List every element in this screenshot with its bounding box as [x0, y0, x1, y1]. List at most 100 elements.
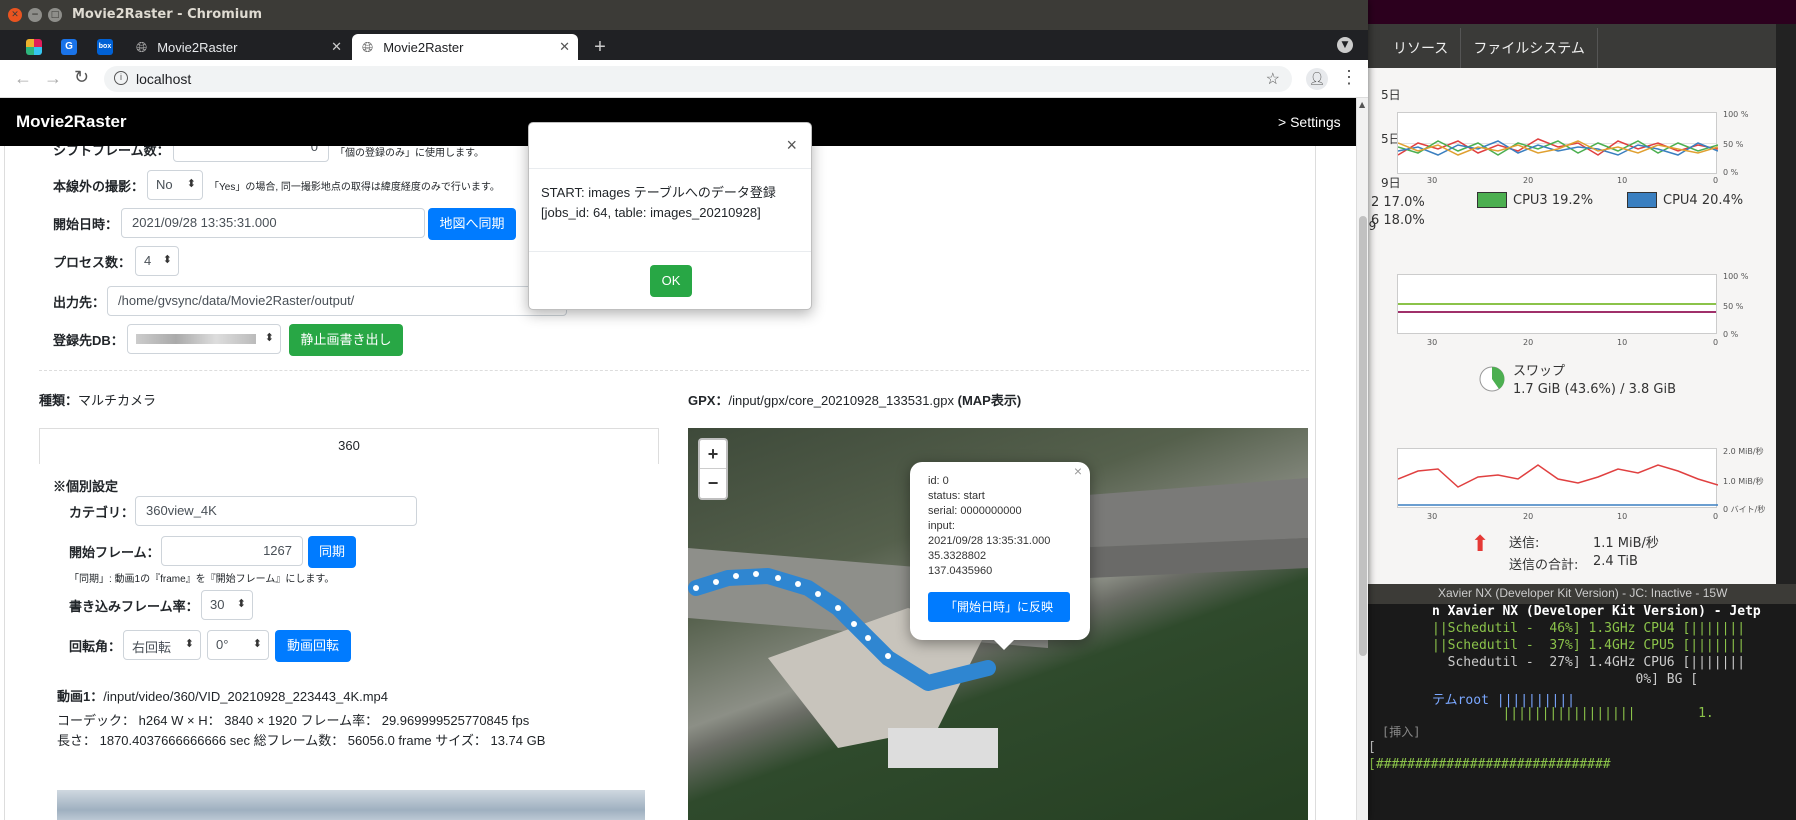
apply-start-datetime-button[interactable]: 「開始日時」に反映 [928, 592, 1070, 622]
modal-body: START: images テーブルへのデータ登録 [jobs_id: 64, … [541, 183, 776, 223]
category-input[interactable]: 360view_4K [135, 496, 417, 526]
tab-close-icon[interactable]: ✕ [331, 39, 342, 55]
sync-frame-button[interactable]: 同期 [308, 536, 356, 568]
tab-movie2raster-1[interactable]: 🌐︎ Movie2Raster ✕ [126, 34, 350, 60]
video-preview-image [57, 790, 645, 820]
desktop-edge [1776, 24, 1796, 584]
tab-resources[interactable]: リソース [1381, 28, 1462, 68]
info-icon[interactable]: i [114, 71, 128, 85]
export-stills-button[interactable]: 静止画書き出し [289, 324, 403, 356]
menu-kebab-icon[interactable]: ⋮ [1340, 67, 1358, 88]
outside-label: 本線外の撮影： [53, 179, 145, 194]
map-zoom-control: + − [698, 438, 728, 500]
tab-label: Movie2Raster [383, 39, 464, 55]
url-text: localhost [136, 71, 192, 87]
section-divider [39, 370, 1309, 371]
output-path-input[interactable]: /home/gvsync/data/Movie2Raster/output/ [107, 286, 567, 316]
reload-icon[interactable]: ↻ [74, 67, 89, 88]
window-minimize-icon[interactable]: − [28, 8, 42, 22]
new-tab-icon[interactable]: + [588, 34, 612, 60]
rotation-label: 回転角： [69, 639, 122, 654]
notification-modal: × START: images テーブルへのデータ登録 [jobs_id: 64… [528, 122, 812, 310]
gpx-map-link[interactable]: (MAP表示) [958, 393, 1022, 408]
terminal-line: [ [1368, 740, 1376, 755]
camera-type-label: 種類： [39, 393, 79, 408]
start-frame-input[interactable]: 1267 [161, 536, 303, 566]
bookmark-star-icon[interactable]: ☆ [1266, 69, 1280, 89]
video-label: 動画1： [57, 689, 104, 704]
write-frame-rate-label: 書き込みフレーム率： [69, 599, 199, 614]
y-tick: 0 % [1723, 168, 1739, 177]
output-path-label: 出力先： [53, 295, 106, 310]
browser-window: ✕ − □ Movie2Raster - Chromium G box 🌐︎ M… [0, 0, 1368, 820]
map-building [888, 728, 998, 768]
tab-close-icon[interactable]: ✕ [559, 39, 570, 55]
start-datetime-input[interactable]: 2021/09/28 13:35:31.000 [121, 208, 425, 238]
terminal-line: [挿入] [1382, 725, 1421, 739]
back-icon[interactable]: ← [14, 68, 32, 89]
send-total-label: 送信の合計: [1509, 558, 1579, 573]
popup-close-icon[interactable]: × [1074, 464, 1082, 479]
google-icon: G [61, 39, 77, 55]
scroll-up-icon[interactable]: ▲ [1359, 100, 1365, 109]
outside-select[interactable]: No [147, 170, 203, 200]
settings-link[interactable]: > Settings [1278, 114, 1341, 130]
popup-line: serial: 0000000000 [928, 505, 1022, 517]
y-tick: 100 % [1723, 272, 1749, 281]
network-graph-lines [1398, 464, 1718, 506]
cpu-legend-2: 2 17.0% [1371, 195, 1425, 210]
profile-icon[interactable]: 👤︎ [1306, 68, 1328, 90]
sync-map-button[interactable]: 地図へ同期 [428, 208, 516, 240]
window-title: Movie2Raster - Chromium [72, 7, 263, 22]
video-file: 動画1：/input/video/360/VID_20210928_223443… [57, 686, 388, 705]
address-bar[interactable]: i localhost ☆ [104, 66, 1292, 92]
date-label: 5日 [1381, 88, 1401, 102]
process-count-label: プロセス数： [53, 255, 132, 270]
camera-tab-360[interactable]: 360 [39, 428, 659, 464]
video-path: /input/video/360/VID_20210928_223443_4K.… [103, 689, 389, 704]
browser-toolbar: ← → ↻ i localhost ☆ 👤︎ ⋮ [0, 60, 1368, 98]
y-tick: 100 % [1723, 110, 1749, 119]
modal-ok-button[interactable]: OK [650, 265, 692, 297]
write-frame-rate-select[interactable]: 30 [201, 590, 253, 620]
process-count-select[interactable]: 4 [135, 246, 179, 276]
tab-search-icon[interactable]: ▼ [1337, 37, 1353, 53]
cpu-graph [1397, 112, 1718, 174]
camera-type-value: マルチカメラ [78, 393, 157, 408]
page-scrollbar[interactable]: ▲ [1356, 98, 1368, 820]
camera-type: 種類：マルチカメラ [39, 390, 156, 409]
send-value: 1.1 MiB/秒 [1593, 536, 1659, 551]
target-db-select[interactable] [127, 324, 281, 354]
rotation-direction-select[interactable]: 右回転 [123, 630, 201, 660]
cpu-legend-4: CPU4 20.4% [1627, 192, 1743, 208]
rotate-video-button[interactable]: 動画回転 [275, 630, 351, 662]
window-maximize-icon[interactable]: □ [48, 8, 62, 22]
window-close-icon[interactable]: ✕ [8, 8, 22, 22]
x-tick: 30 [1427, 176, 1438, 185]
scrollbar-thumb[interactable] [1359, 216, 1367, 656]
x-tick: 10 [1617, 338, 1628, 347]
slack-icon [26, 39, 42, 55]
pinned-tab-google[interactable]: G [52, 34, 86, 60]
pinned-tab-box[interactable]: box [88, 34, 122, 60]
tab-filesystem[interactable]: ファイルシステム [1461, 28, 1598, 68]
modal-close-icon[interactable]: × [786, 135, 797, 156]
terminal-line: 0%] BG [ [1432, 672, 1699, 687]
map-point-popup: × id: 0 status: start serial: 0000000000… [910, 462, 1090, 650]
gpx-map[interactable]: + − × id: 0 status: start serial: 000000… [688, 428, 1308, 820]
app-brand[interactable]: Movie2Raster [16, 112, 127, 132]
zoom-out-button[interactable]: − [700, 469, 726, 498]
tab-movie2raster-2[interactable]: 🌐︎ Movie2Raster ✕ [352, 34, 578, 60]
system-monitor-window: リソース ファイルシステム 5日 5日 9日 100 % 50 % 0 % 30… [1360, 24, 1796, 584]
pinned-tab-slack[interactable] [18, 34, 50, 60]
sync-frame-note: 「同期」: 動画1の『frame』を『開始フレーム』にします。 [69, 574, 335, 585]
y-tick: 1.0 MiB/秒 [1723, 477, 1764, 486]
terminal-line: ||||||||||||||||| 1. [1432, 706, 1714, 721]
forward-icon[interactable]: → [44, 68, 62, 89]
x-tick: 20 [1523, 338, 1534, 347]
x-tick: 0 [1713, 176, 1719, 185]
terminal-line: [############################## [1368, 757, 1611, 772]
shift-frames-input[interactable]: 0 [173, 146, 329, 162]
zoom-in-button[interactable]: + [700, 440, 726, 469]
rotation-degree-select[interactable]: 0° [207, 630, 269, 660]
